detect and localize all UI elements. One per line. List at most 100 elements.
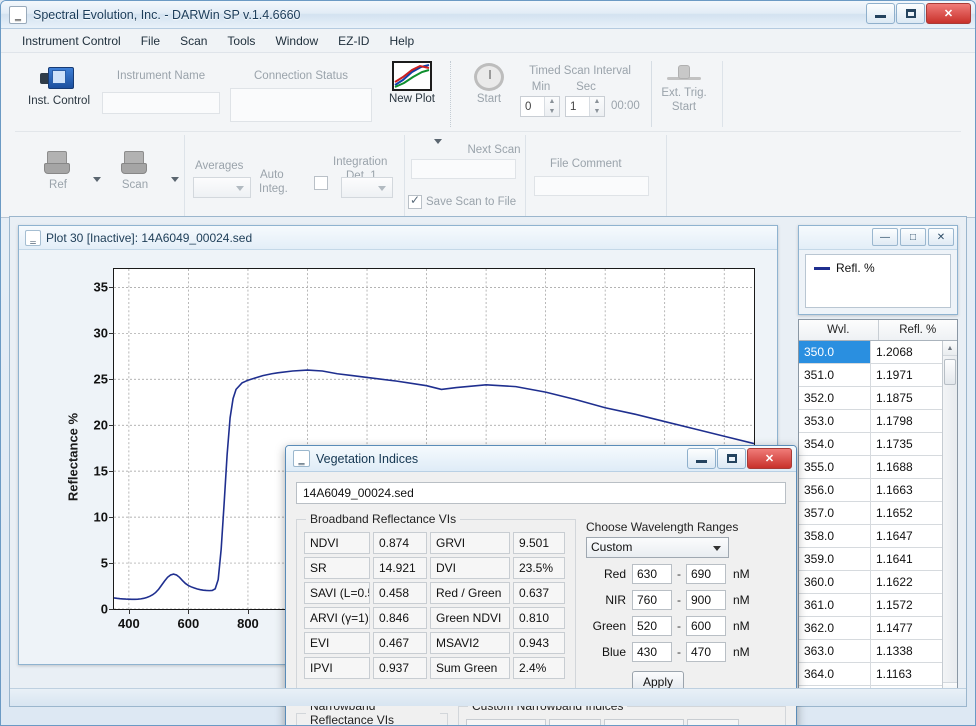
broadband-row: EVI 0.467 MSAVI2 0.943 xyxy=(304,632,568,654)
legend-close-button[interactable]: ✕ xyxy=(928,228,954,246)
table-row[interactable]: 352.0 1.1875 xyxy=(799,387,942,410)
cell-reflectance: 1.1652 xyxy=(876,506,913,520)
wavelength-range-select[interactable]: Custom xyxy=(586,537,729,558)
band-unit: nM xyxy=(733,619,750,633)
wavelength-band-row: Red 630-690 nM xyxy=(586,564,786,584)
band-max-input[interactable]: 900 xyxy=(686,590,726,610)
app-curve-icon: ‗ xyxy=(9,5,27,24)
band-label: Red xyxy=(603,567,626,581)
table-row[interactable]: 358.0 1.1647 xyxy=(799,525,942,548)
legend-window[interactable]: — □ ✕ Refl. % xyxy=(798,225,958,315)
table-row[interactable]: 361.0 1.1572 xyxy=(799,594,942,617)
table-row[interactable]: 356.0 1.1663 xyxy=(799,479,942,502)
menu-file[interactable]: File xyxy=(132,31,169,51)
table-row[interactable]: 362.0 1.1477 xyxy=(799,617,942,640)
dialog-minimize-button[interactable] xyxy=(687,448,716,469)
legend-minimize-button[interactable]: — xyxy=(872,228,898,246)
sec-spinner[interactable]: 1 ▲ ▼ xyxy=(565,96,605,117)
index-name: Green NDVI xyxy=(430,607,510,629)
table-row[interactable]: 359.0 1.1641 xyxy=(799,548,942,571)
ref-dropdown-arrow[interactable] xyxy=(93,177,101,182)
scroll-up-arrow[interactable]: ▲ xyxy=(943,341,957,356)
menu-scan[interactable]: Scan xyxy=(171,31,216,51)
table-scrollbar[interactable]: ▲ ▼ xyxy=(942,341,957,697)
band-max-input[interactable]: 600 xyxy=(686,616,726,636)
table-row[interactable]: 360.0 1.1622 xyxy=(799,571,942,594)
legend-maximize-button[interactable]: □ xyxy=(900,228,926,246)
instrument-name-label: Instrument Name xyxy=(116,70,206,82)
broadband-row: SR 14.921 DVI 23.5% xyxy=(304,557,568,579)
band-max-input[interactable]: 690 xyxy=(686,564,726,584)
table-row[interactable]: 363.0 1.1338 xyxy=(799,640,942,663)
menu-ez-id[interactable]: EZ-ID xyxy=(329,31,378,51)
integration-combo[interactable] xyxy=(341,177,393,198)
menu-help[interactable]: Help xyxy=(380,31,423,51)
scan-dropdown-arrow[interactable] xyxy=(171,177,179,182)
table-row[interactable]: 364.0 1.1163 xyxy=(799,663,942,686)
legend-color-swatch xyxy=(814,266,830,270)
averages-combo[interactable] xyxy=(193,177,251,198)
scroll-thumb[interactable] xyxy=(944,359,956,385)
main-titlebar: ‗ Spectral Evolution, Inc. - DARWin SP v… xyxy=(1,1,975,29)
table-row[interactable]: 353.0 1.1798 xyxy=(799,410,942,433)
table-row[interactable]: 354.0 1.1735 xyxy=(799,433,942,456)
file-comment-input[interactable] xyxy=(534,176,649,196)
dialog-close-button[interactable]: ✕ xyxy=(747,448,792,469)
file-name-field[interactable]: 14A6049_00024.sed xyxy=(296,482,786,504)
instrument-name-input[interactable] xyxy=(102,92,220,114)
min-spinner-arrows[interactable]: ▲ ▼ xyxy=(544,97,559,116)
chart-y-tick-label: 15 xyxy=(93,463,108,479)
band-max-input[interactable]: 470 xyxy=(686,642,726,662)
cell-reflectance: 1.1477 xyxy=(876,621,913,635)
min-value[interactable]: 0 xyxy=(521,101,544,113)
new-plot-button[interactable]: New Plot xyxy=(382,61,442,105)
index-name: EVI xyxy=(304,632,370,654)
menu-tools[interactable]: Tools xyxy=(218,31,264,51)
cell-wavelength: 360.0 xyxy=(799,571,871,593)
close-button[interactable]: ✕ xyxy=(926,3,971,24)
chart-x-tick-mark xyxy=(247,609,249,614)
cell-reflectance: 1.1338 xyxy=(876,644,913,658)
maximize-button[interactable] xyxy=(896,3,925,24)
minimize-button[interactable] xyxy=(866,3,895,24)
sec-spinner-arrows[interactable]: ▲ ▼ xyxy=(589,97,604,116)
band-min-input[interactable]: 630 xyxy=(632,564,672,584)
band-min-input[interactable]: 760 xyxy=(632,590,672,610)
table-row[interactable]: 350.0 1.2068 xyxy=(799,341,942,364)
inst-control-button[interactable]: Inst. Control xyxy=(27,63,91,107)
new-plot-icon xyxy=(392,61,432,91)
table-row[interactable]: 355.0 1.1688 xyxy=(799,456,942,479)
save-scan-to-file-checkbox[interactable] xyxy=(408,193,422,209)
min-spinner[interactable]: 0 ▲ ▼ xyxy=(520,96,560,117)
legend-entry-label: Refl. % xyxy=(836,261,875,275)
auto-integ-label-1: Auto xyxy=(260,169,284,181)
cell-reflectance: 1.1798 xyxy=(876,414,913,428)
sec-value[interactable]: 1 xyxy=(566,101,589,113)
band-min-input[interactable]: 430 xyxy=(632,642,672,662)
cell-reflectance: 1.1622 xyxy=(876,575,913,589)
vegetation-indices-dialog[interactable]: ‗ Vegetation Indices ✕ 14A6049_00024.sed… xyxy=(285,445,797,725)
spectral-data-table[interactable]: Wvl. Refl. % 350.0 1.2068 351.0 1.1971 352.0… xyxy=(798,319,958,698)
auto-integ-checkbox[interactable] xyxy=(314,176,328,190)
cell-wavelength: 353.0 xyxy=(799,410,871,432)
chart-y-tick-label: 35 xyxy=(93,279,108,295)
table-row[interactable]: 357.0 1.1652 xyxy=(799,502,942,525)
band-min-input[interactable]: 520 xyxy=(632,616,672,636)
menu-window[interactable]: Window xyxy=(266,31,327,51)
table-row[interactable]: 351.0 1.1971 xyxy=(799,364,942,387)
index-value: 0.846 xyxy=(373,607,427,629)
plot-lines-svg xyxy=(394,64,430,88)
next-scan-input[interactable] xyxy=(411,159,516,179)
scan-button[interactable]: Scan xyxy=(114,149,156,191)
cell-wavelength: 356.0 xyxy=(799,479,871,501)
timed-scan-start-button[interactable]: Start xyxy=(466,63,512,105)
broadband-rows: NDVI 0.874 GRVI 9.501 SR 14.921 DVI 23.5% SAVI (… xyxy=(304,532,568,679)
menu-instrument-control[interactable]: Instrument Control xyxy=(13,31,130,51)
cell-wavelength: 363.0 xyxy=(799,640,871,662)
dialog-maximize-button[interactable] xyxy=(717,448,746,469)
index-name: DVI xyxy=(430,557,510,579)
band-unit: nM xyxy=(733,567,750,581)
chart-y-axis-label: Reflectance % xyxy=(65,412,81,502)
ext-trig-start-button[interactable]: Ext. Trig. Start xyxy=(656,63,712,113)
ref-button[interactable]: Ref xyxy=(37,149,79,191)
